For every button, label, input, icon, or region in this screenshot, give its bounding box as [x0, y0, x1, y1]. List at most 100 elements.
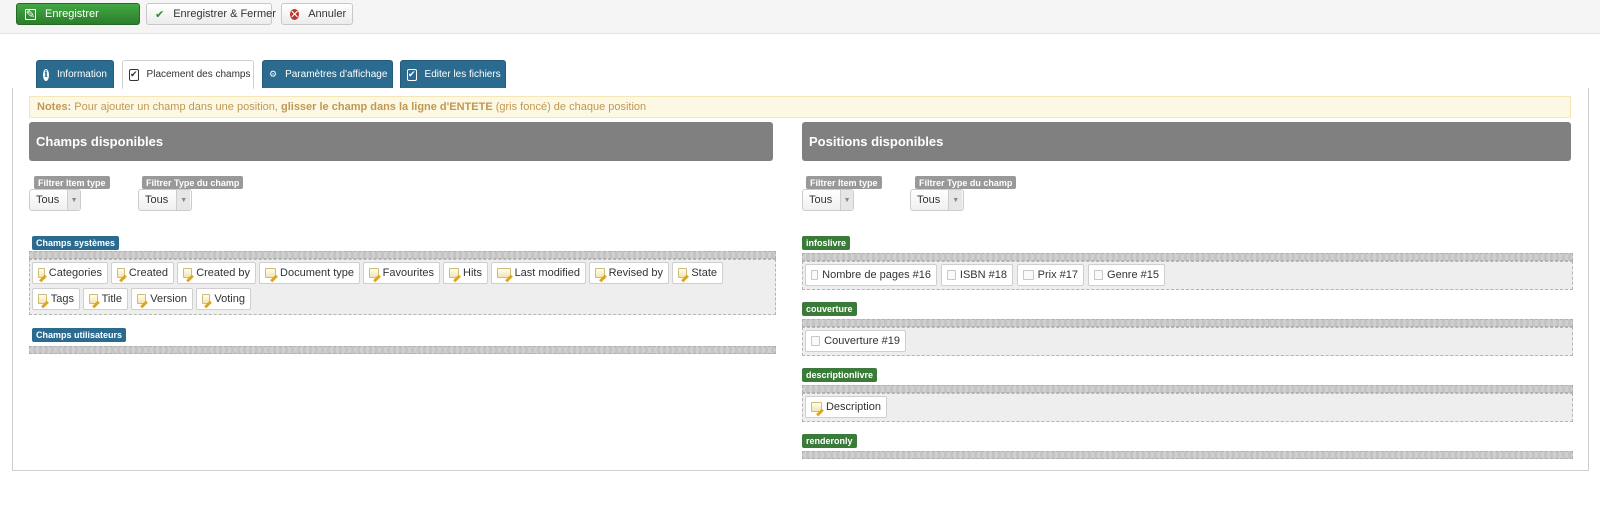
tab-parametres-affichage[interactable]: ⚙ Paramètres d'affichage [262, 60, 393, 88]
notes-alert: Notes: Pour ajouter un champ dans une po… [29, 96, 1571, 118]
cancel-label: Annuler [308, 8, 347, 20]
field-chip[interactable]: Revised by [589, 262, 669, 284]
edit-field-icon [497, 268, 511, 278]
clipboard-icon: ✔ [407, 68, 417, 81]
system-fields-label: Champs systèmes [32, 236, 120, 250]
save-label: Enregistrer [45, 8, 99, 20]
field-chip[interactable]: Voting [196, 288, 251, 310]
edit-field-icon [595, 268, 605, 278]
field-chip-label: ISBN #18 [959, 269, 1007, 281]
cancel-button[interactable]: ✕ Annuler [281, 3, 353, 25]
position-drop-header[interactable] [802, 385, 1573, 393]
check-icon: ✔ [155, 8, 165, 21]
field-chip[interactable]: Last modified [491, 262, 586, 284]
field-chip[interactable]: Title [83, 288, 128, 310]
field-chip-label: Nombre de pages #16 [822, 269, 931, 281]
filter-field-type-select[interactable]: Tous ▼ [138, 189, 192, 211]
position-zone[interactable] [802, 327, 1573, 356]
field-chip-label: Revised by [608, 267, 663, 279]
field-chip[interactable]: Description [805, 396, 887, 418]
field-chip-label: State [691, 267, 717, 279]
tab-information[interactable]: i Information [36, 60, 114, 88]
field-icon [1023, 270, 1034, 280]
field-chip[interactable]: ISBN #18 [941, 264, 1013, 286]
edit-field-icon [265, 268, 277, 278]
field-chip[interactable]: Nombre de pages #16 [805, 264, 937, 286]
tab-placement-champs[interactable]: ✔ Placement des champs [122, 60, 254, 89]
field-chip-label: Last modified [514, 267, 580, 279]
field-chip-label: Hits [463, 267, 482, 279]
field-chip-label: Prix #17 [1037, 269, 1078, 281]
field-chip-label: Categories [48, 267, 102, 279]
chevron-down-icon: ▼ [176, 190, 191, 210]
edit-field-icon [137, 294, 147, 304]
position-drop-header[interactable] [802, 319, 1573, 327]
filter-item-type-label: Filtrer Item type [806, 176, 882, 189]
field-chip-label: Genre #15 [1107, 269, 1159, 281]
tab-label: Information [56, 69, 107, 80]
field-chip-label: Favourites [382, 267, 434, 279]
edit-field-icon [117, 268, 125, 278]
field-chip[interactable]: Created by [177, 262, 256, 284]
field-icon [811, 270, 819, 280]
select-value: Tous [36, 194, 60, 206]
field-chip[interactable]: Favourites [363, 262, 440, 284]
field-chip-label: Description [825, 401, 881, 413]
tab-label: Paramètres d'affichage [285, 69, 388, 80]
tab-editer-fichiers[interactable]: ✔ Editer les fichiers [400, 60, 506, 88]
field-chip-label: Tags [50, 293, 74, 305]
position-drop-header[interactable] [802, 253, 1573, 261]
filter-item-type-select[interactable]: Tous ▼ [29, 189, 81, 211]
panel-title: Positions disponibles [809, 134, 944, 149]
edit-field-icon [678, 268, 688, 278]
panel-title: Champs disponibles [36, 134, 164, 149]
position-drop-header[interactable] [802, 451, 1573, 459]
field-chip-label: Created by [196, 267, 250, 279]
field-icon [1094, 270, 1104, 280]
available-fields-header: Champs disponibles [29, 122, 773, 161]
tab-label: Editer les fichiers [424, 69, 501, 80]
edit-field-icon [89, 294, 98, 304]
field-chip[interactable]: Categories [32, 262, 108, 284]
field-chip-label: Voting [214, 293, 245, 305]
field-chip[interactable]: Hits [443, 262, 488, 284]
edit-field-icon [183, 268, 193, 278]
field-chip[interactable]: Version [131, 288, 193, 310]
field-chip-label: Created [128, 267, 168, 279]
clipboard-icon: ✔ [129, 68, 139, 81]
position-zone[interactable] [802, 393, 1573, 422]
filter-field-type-label: Filtrer Type du champ [142, 176, 244, 189]
notes-emphasis: glisser le champ dans la ligne d'ENTETE [280, 101, 493, 113]
system-fields-drop-header[interactable] [29, 251, 776, 259]
position-label: descriptionlivre [802, 368, 878, 382]
field-icon [811, 336, 821, 346]
cancel-icon: ✕ [290, 8, 300, 21]
field-chip[interactable]: State [672, 262, 723, 284]
field-chip-label: Document type [280, 267, 354, 279]
position-label: couverture [802, 302, 857, 316]
notes-prefix: Notes: [37, 101, 72, 113]
save-close-button[interactable]: ✔ Enregistrer & Fermer [146, 3, 276, 25]
edit-field-icon [202, 294, 211, 304]
filter-item-type-select[interactable]: Tous ▼ [802, 189, 854, 211]
save-button[interactable]: ✎ Enregistrer [16, 3, 140, 25]
field-chip[interactable]: Genre #15 [1088, 264, 1165, 286]
field-chip[interactable]: Created [111, 262, 174, 284]
field-chip-label: Title [101, 293, 122, 305]
field-chip[interactable]: Couverture #19 [805, 330, 906, 352]
field-chip[interactable]: Document type [259, 262, 360, 284]
edit-field-icon [38, 294, 47, 304]
edit-field-icon [38, 268, 45, 278]
available-positions-header: Positions disponibles [802, 122, 1571, 161]
filter-field-type-select[interactable]: Tous ▼ [910, 189, 964, 211]
field-chip[interactable]: Tags [32, 288, 80, 310]
field-chip[interactable]: Prix #17 [1017, 264, 1084, 286]
edit-field-icon [449, 268, 460, 278]
save-icon: ✎ [25, 8, 36, 21]
field-icon [947, 270, 956, 280]
field-chip-label: Couverture #19 [824, 335, 900, 347]
user-fields-drop-header[interactable] [29, 346, 776, 354]
position-label: infoslivre [802, 236, 851, 250]
save-close-label: Enregistrer & Fermer [173, 8, 276, 20]
field-chip-label: Version [150, 293, 187, 305]
